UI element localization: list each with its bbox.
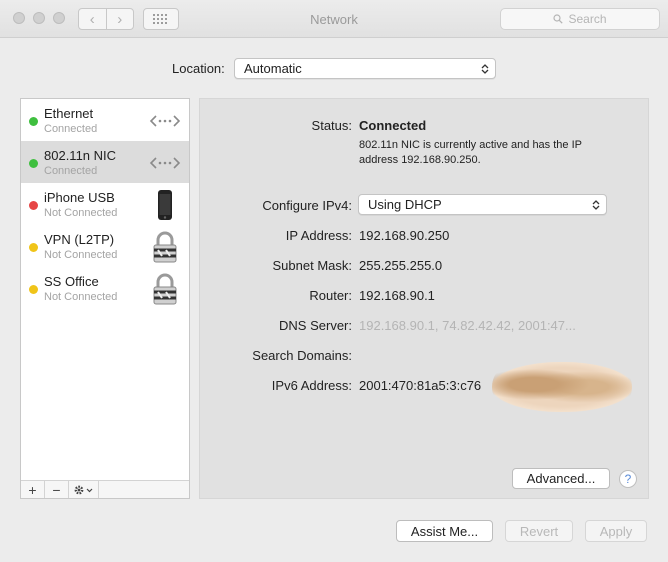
status-dot <box>29 285 38 294</box>
updown-arrows-icon <box>481 63 489 74</box>
subnet-mask-label: Subnet Mask: <box>272 258 353 273</box>
location-value: Automatic <box>244 61 302 76</box>
ethernet-arrows-icon <box>149 105 181 137</box>
router-value: 192.168.90.1 <box>359 288 435 303</box>
location-label: Location: <box>172 61 225 76</box>
lock-icon <box>149 273 181 305</box>
status-dot <box>29 159 38 168</box>
gear-icon <box>74 485 92 494</box>
remove-service-button[interactable]: − <box>45 481 69 498</box>
service-item-ethernet[interactable]: Ethernet Connected <box>21 99 189 141</box>
revert-button[interactable]: Revert <box>505 520 573 542</box>
service-name: 802.11n NIC <box>44 148 117 163</box>
add-service-button[interactable]: + <box>21 481 45 498</box>
configure-ipv4-value: Using DHCP <box>368 197 442 212</box>
service-status: Not Connected <box>44 249 118 261</box>
service-item-802-11n-nic[interactable]: 802.11n NIC Connected <box>21 141 189 183</box>
title-bar: ‹ › Network Search <box>0 0 668 38</box>
redaction-blur <box>492 362 632 412</box>
ethernet-arrows-icon <box>149 147 181 179</box>
advanced-button[interactable]: Advanced... <box>512 468 610 489</box>
ipv6-address-value: 2001:470:81a5:3:c76 <box>359 378 482 393</box>
ipv6-address-label: IPv6 Address: <box>271 378 352 393</box>
status-dot <box>29 201 38 210</box>
ip-address-value: 192.168.90.250 <box>359 228 450 243</box>
service-name: VPN (L2TP) <box>44 232 115 247</box>
status-label: Status: <box>311 118 352 133</box>
service-status: Connected <box>44 123 98 135</box>
search-placeholder: Search <box>568 12 607 26</box>
service-status: Connected <box>44 165 98 177</box>
router-label: Router: <box>309 288 352 303</box>
status-description: 802.11n NIC is currently active and has … <box>359 139 582 166</box>
configure-ipv4-select[interactable]: Using DHCP <box>358 194 607 215</box>
dns-server-value: 192.168.90.1, 74.82.42.42, 2001:47... <box>359 318 576 333</box>
service-status: Not Connected <box>44 207 118 219</box>
search-domains-label: Search Domains: <box>252 348 352 363</box>
assist-me-button[interactable]: Assist Me... <box>396 520 493 542</box>
subnet-mask-value: 255.255.255.0 <box>359 258 443 273</box>
iphone-icon <box>149 189 181 221</box>
search-field[interactable]: Search <box>500 8 660 30</box>
apply-button[interactable]: Apply <box>585 520 647 542</box>
service-item-iphone-usb[interactable]: iPhone USB Not Connected <box>21 183 189 225</box>
search-icon <box>553 14 564 24</box>
status-dot <box>29 117 38 126</box>
service-name: Ethernet <box>44 106 94 121</box>
help-button[interactable]: ? <box>619 470 637 488</box>
dns-server-label: DNS Server: <box>279 318 352 333</box>
location-select[interactable]: Automatic <box>234 58 496 79</box>
service-name: SS Office <box>44 274 99 289</box>
service-name: iPhone USB <box>44 190 115 205</box>
action-menu-button[interactable] <box>69 481 99 498</box>
service-list: Ethernet Connected 802.11n NIC Connected… <box>20 98 190 499</box>
updown-arrows-icon <box>592 199 600 210</box>
service-item-ss-office[interactable]: SS Office Not Connected <box>21 267 189 309</box>
configure-ipv4-label: Configure IPv4: <box>262 198 352 213</box>
service-list-toolbar: + − <box>21 480 189 498</box>
status-dot <box>29 243 38 252</box>
service-item-vpn-l2tp[interactable]: VPN (L2TP) Not Connected <box>21 225 189 267</box>
lock-icon <box>149 231 181 263</box>
service-status: Not Connected <box>44 291 118 303</box>
status-value: Connected <box>359 118 427 133</box>
ip-address-label: IP Address: <box>285 228 352 243</box>
